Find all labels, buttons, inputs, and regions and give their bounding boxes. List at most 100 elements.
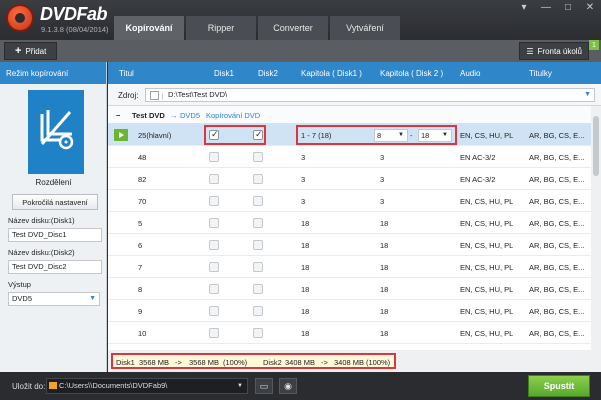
collapse-icon[interactable]: − [116, 111, 120, 120]
disk1-target-size: 3568 MB [189, 358, 220, 367]
advanced-settings-button[interactable]: Pokročilá nastavení [12, 194, 98, 210]
add-button[interactable]: + Přidat [4, 42, 58, 60]
cell-title: 8 [138, 285, 143, 294]
source-path-field[interactable]: | D:\Test\Test DVD\ ▼ [145, 88, 595, 102]
disk1-checkbox[interactable] [209, 240, 219, 250]
cell-chapters-disk2: 18 [380, 219, 389, 228]
disc2-name-field[interactable]: Test DVD_Disc2 [8, 260, 102, 274]
minimize-icon[interactable]: — [539, 2, 553, 13]
disk2-checkbox[interactable] [253, 152, 263, 162]
disc1-name-field[interactable]: Test DVD_Disc1 [8, 228, 102, 242]
table-row[interactable]: 70 3 3 EN, CS, HU, PL AR, BG, CS, E... [108, 190, 591, 212]
menu-icon[interactable]: ▾ [517, 2, 531, 13]
disk1-source-size: 3568 MB [139, 358, 170, 367]
app-header: DVDFab 9.1.3.8 (08/04/2014) Kopírování R… [0, 0, 601, 40]
disk1-arrow: -> [175, 358, 182, 367]
disk2-checkbox[interactable] [253, 174, 263, 184]
disk1-checkbox[interactable] [209, 196, 219, 206]
table-row[interactable]: 48 3 3 EN AC-3/2 AR, BG, CS, E... [108, 146, 591, 168]
toolbar: + Přidat ☰ Fronta úkolů 1 [0, 40, 601, 62]
split-mode-tile[interactable] [28, 90, 84, 174]
cell-subtitles: AR, BG, CS, E... [529, 131, 585, 140]
scrollbar-thumb[interactable] [593, 116, 599, 176]
cell-subtitles: AR, BG, CS, E... [529, 241, 585, 250]
source-label: Zdroj: [118, 91, 139, 100]
disk1-percent: (100%) [223, 358, 248, 367]
close-icon[interactable]: ✕ [583, 2, 597, 13]
tab-vytvareni[interactable]: Vytváření [330, 16, 400, 40]
cell-subtitles: AR, BG, CS, E... [529, 307, 585, 316]
cell-audio: EN, CS, HU, PL [460, 131, 514, 140]
cell-chapters-disk1: 18 [301, 241, 310, 250]
cell-title: 48 [138, 153, 147, 162]
col-title[interactable]: Titul [119, 69, 134, 78]
queue-count-badge: 1 [589, 40, 599, 50]
col-disk2[interactable]: Disk2 [258, 69, 278, 78]
disk2-source-size: 3408 MB [285, 358, 316, 367]
disk2-target-size: 3408 MB [334, 358, 365, 367]
left-panel: Režim kopírování Rozdělení Pokročilá nas… [0, 62, 107, 372]
cell-subtitles: AR, BG, CS, E... [529, 197, 585, 206]
chevron-down-icon[interactable]: ▼ [584, 89, 591, 101]
col-audio[interactable]: Audio [460, 69, 480, 78]
disk2-checkbox[interactable] [253, 196, 263, 206]
tab-kopirovani[interactable]: Kopírování [114, 16, 184, 40]
play-icon[interactable] [114, 129, 128, 141]
disk1-checkbox[interactable] [209, 328, 219, 338]
disk1-label: Disk1 [116, 358, 135, 367]
cell-chapters-disk1: 18 [301, 219, 310, 228]
disk2-checkbox[interactable] [253, 306, 263, 316]
table-row[interactable]: 7 18 18 EN, CS, HU, PL AR, BG, CS, E... [108, 256, 591, 278]
title-list: 25(hlavní) 1 - 7 (18) 8 ▼ - 18 ▼ EN, CS,… [108, 124, 591, 350]
cell-title: 5 [138, 219, 143, 228]
iso-button[interactable]: ◉ [279, 378, 297, 394]
dvdfab-logo [6, 4, 34, 32]
table-row[interactable]: 6 18 18 EN, CS, HU, PL AR, BG, CS, E... [108, 234, 591, 256]
cell-audio: EN, CS, HU, PL [460, 241, 514, 250]
disk2-checkbox[interactable] [253, 262, 263, 272]
disk1-checkbox[interactable] [209, 152, 219, 162]
browse-folder-button[interactable]: ▭ [255, 378, 273, 394]
folder-icon [49, 382, 57, 389]
task-queue-button[interactable]: ☰ Fronta úkolů [519, 42, 589, 60]
source-bar: Zdroj: | D:\Test\Test DVD\ ▼ [108, 84, 601, 106]
disk1-checkbox[interactable] [209, 218, 219, 228]
col-subtitles[interactable]: Titulky [529, 69, 552, 78]
start-button[interactable]: Spustit [528, 375, 590, 397]
disk1-checkbox[interactable] [209, 306, 219, 316]
disk2-percent: (100%) [366, 358, 391, 367]
table-row[interactable]: 82 3 3 EN AC-3/2 AR, BG, CS, E... [108, 168, 591, 190]
cell-title: 10 [138, 329, 147, 338]
disk1-checkbox[interactable] [209, 174, 219, 184]
output-select[interactable]: DVD5 ▼ [8, 292, 100, 306]
table-row[interactable]: 8 18 18 EN, CS, HU, PL AR, BG, CS, E... [108, 278, 591, 300]
col-chapter-disk2[interactable]: Kapitola ( Disk 2 ) [380, 69, 443, 78]
table-row[interactable]: 10 18 18 EN, CS, HU, PL AR, BG, CS, E... [108, 322, 591, 344]
maximize-icon[interactable]: □ [561, 2, 575, 13]
disk2-checkbox[interactable] [253, 240, 263, 250]
disc2-name-label: Název disku:(Disk2) [8, 248, 75, 257]
source-checkbox[interactable] [150, 91, 159, 100]
task-queue-label: Fronta úkolů [537, 46, 582, 56]
cell-audio: EN, CS, HU, PL [460, 263, 514, 272]
disk2-checkbox[interactable] [253, 284, 263, 294]
tab-converter[interactable]: Converter [258, 16, 328, 40]
vertical-scrollbar[interactable] [591, 106, 601, 350]
disk1-checkbox[interactable] [209, 262, 219, 272]
cell-chapters-disk2: 18 [380, 241, 389, 250]
output-path-field[interactable]: C:\Users\\Documents\DVDFab9\ ▼ [46, 378, 248, 394]
col-disk1[interactable]: Disk1 [214, 69, 234, 78]
table-row[interactable]: 9 18 18 EN, CS, HU, PL AR, BG, CS, E... [108, 300, 591, 322]
disk1-checkbox[interactable] [209, 284, 219, 294]
tab-ripper[interactable]: Ripper [186, 16, 256, 40]
disk2-checkbox[interactable] [253, 218, 263, 228]
cell-chapters-disk1: 3 [301, 153, 306, 162]
plus-icon: + [15, 45, 22, 57]
chevron-down-icon[interactable]: ▼ [237, 379, 243, 393]
col-chapter-disk1[interactable]: Kapitola ( Disk1 ) [301, 69, 362, 78]
cell-chapters-disk2: 18 [380, 263, 389, 272]
bottom-bar: Uložit do: C:\Users\\Documents\DVDFab9\ … [0, 372, 601, 400]
size-bar: Disk1 3568 MB -> 3568 MB (100%) Disk2 34… [108, 350, 601, 372]
table-row[interactable]: 5 18 18 EN, CS, HU, PL AR, BG, CS, E... [108, 212, 591, 234]
disk2-checkbox[interactable] [253, 328, 263, 338]
